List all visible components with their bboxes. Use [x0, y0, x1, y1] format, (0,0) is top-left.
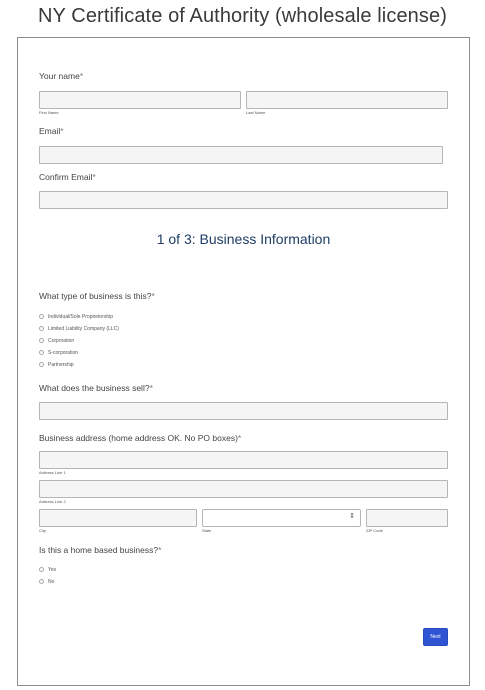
radio-button[interactable]: [39, 326, 44, 331]
first-name-sublabel: First Name: [39, 110, 59, 115]
zip-sublabel: ZIP Code: [366, 528, 383, 533]
next-button[interactable]: Next: [423, 628, 448, 646]
address-label-text: Business address (home address OK. No PO…: [39, 433, 238, 443]
confirm-email-label: Confirm Email*: [39, 172, 96, 182]
city-sublabel: City: [39, 528, 46, 533]
business-type-option[interactable]: Individual/Sole Proprietorship: [39, 312, 113, 321]
home-based-option-yes[interactable]: Yes: [39, 565, 56, 574]
page-title: NY Certificate of Authority (wholesale l…: [38, 5, 447, 27]
state-sublabel: State: [202, 528, 212, 533]
name-label-text: Your name: [39, 71, 80, 81]
business-type-option[interactable]: Corporation: [39, 336, 74, 345]
home-based-label-text: Is this a home based business?: [39, 545, 159, 555]
radio-label: Limited Liability Company (LLC): [48, 325, 119, 332]
sells-label: What does the business sell?*: [39, 383, 153, 393]
radio-label: Individual/Sole Proprietorship: [48, 313, 114, 320]
address-line2-input[interactable]: [39, 480, 448, 498]
required-marker: *: [158, 545, 162, 555]
section-heading: 1 of 3: Business Information: [156, 231, 331, 247]
business-type-option[interactable]: S-corporation: [39, 348, 78, 357]
required-marker: *: [151, 291, 155, 301]
zip-input[interactable]: [366, 509, 448, 527]
radio-button[interactable]: [39, 314, 44, 319]
city-input[interactable]: [39, 509, 197, 527]
address-label: Business address (home address OK. No PO…: [39, 433, 241, 443]
radio-button[interactable]: [39, 338, 44, 343]
last-name-sublabel: Last Name: [246, 110, 266, 115]
address-line2-sublabel: Address Line 2: [39, 499, 66, 504]
home-based-label: Is this a home based business?*: [39, 545, 161, 555]
select-arrows-icon: ⇕: [349, 513, 355, 520]
state-select[interactable]: ⇕: [202, 509, 361, 527]
required-marker: *: [92, 172, 96, 182]
address-line1-sublabel: Address Line 1: [39, 470, 66, 475]
radio-label: Yes: [48, 566, 57, 573]
name-label: Your name*: [39, 71, 83, 81]
sells-input[interactable]: [39, 402, 448, 420]
required-marker: *: [149, 383, 153, 393]
radio-button[interactable]: [39, 350, 44, 355]
radio-label: Partnership: [48, 361, 74, 368]
sells-label-text: What does the business sell?: [39, 383, 150, 393]
required-marker: *: [60, 126, 64, 136]
required-marker: *: [237, 433, 242, 443]
confirm-email-label-text: Confirm Email: [39, 172, 93, 182]
confirm-email-field[interactable]: [39, 191, 448, 209]
radio-label: No: [48, 578, 55, 585]
first-name-input[interactable]: [39, 91, 241, 109]
radio-button[interactable]: [39, 362, 44, 367]
radio-button[interactable]: [39, 567, 44, 572]
business-type-label-text: What type of business is this?: [39, 291, 152, 301]
home-based-option-no[interactable]: No: [39, 577, 54, 586]
radio-button[interactable]: [39, 579, 44, 584]
form-card: Your name* First Name Last Name Email* C…: [17, 37, 470, 686]
last-name-input[interactable]: [246, 91, 448, 109]
business-type-option[interactable]: Partnership: [39, 360, 74, 369]
email-label: Email*: [39, 126, 64, 136]
required-marker: *: [79, 71, 84, 81]
address-line1-input[interactable]: [39, 451, 448, 469]
business-type-label: What type of business is this?*: [39, 291, 155, 301]
radio-label: Corporation: [48, 337, 75, 344]
email-field[interactable]: [39, 146, 443, 164]
business-type-option[interactable]: Limited Liability Company (LLC): [39, 324, 119, 333]
radio-label: S-corporation: [48, 349, 79, 356]
email-label-text: Email: [39, 126, 61, 136]
